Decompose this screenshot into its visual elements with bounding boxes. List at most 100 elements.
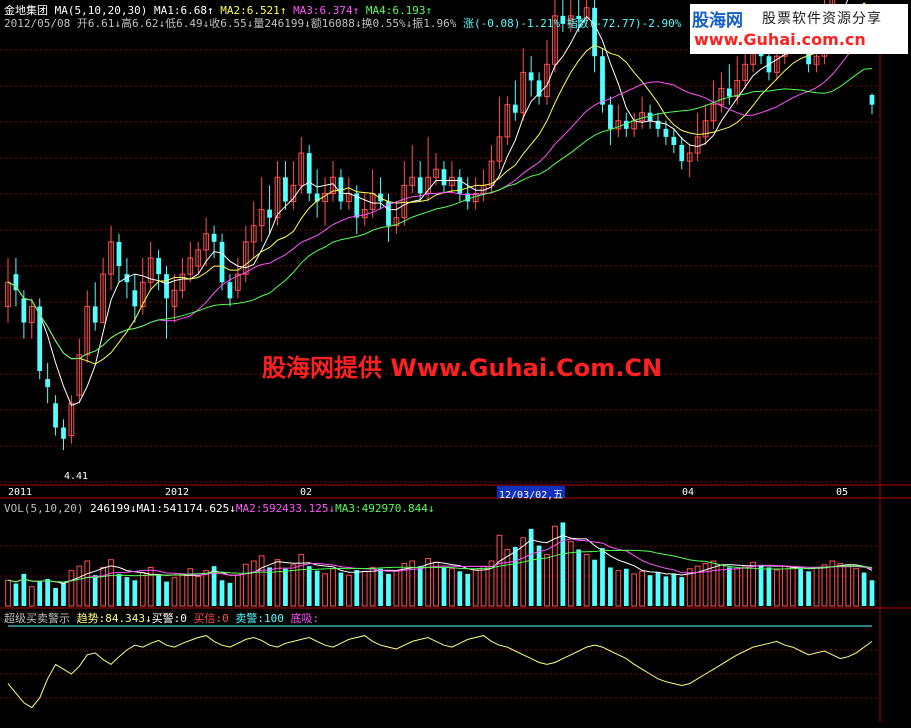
ma3-value: MA3:6.374 [293,4,353,17]
watermark-text: 股海网提供 Www.Guhai.Com.CN [262,354,663,382]
volume-bar [480,565,487,607]
open-value: 开6.61 [76,17,115,30]
candle-body [417,177,423,194]
volume-bar [13,583,19,606]
candle-body [457,177,463,194]
volume-bar [655,572,661,606]
volume-bar [354,570,360,606]
price-header-2: 2012/05/08 开6.61↓高6.62↓低6.49↓收6.55↓量2461… [4,17,681,31]
buy-alert-value: 买警:0 [151,612,187,625]
volume-bar [457,571,463,606]
volume-bar [758,564,764,606]
volume-bar [45,579,51,606]
up-arrow-icon: ↑ [425,4,433,17]
volume-bar [592,559,597,606]
volume-bar [465,573,471,606]
up-arrow-icon: ↑ [352,4,360,17]
bottom-value: 底吸: [290,612,320,625]
price-header-1: 金地集团 MA(5,10,20,30) MA1:6.68↑ MA2:6.521↑… [4,4,432,18]
indicator-title: 超级买卖警示 [4,612,70,625]
volume-bar [124,577,130,606]
candle-body [306,153,312,194]
ma-params: MA(5,10,20,30) [54,4,148,17]
volume-bar [869,580,875,606]
tick-2012: 2012 [165,487,190,498]
volume-bar [156,575,161,606]
volume-bar [21,573,27,606]
volume-value: 量246199 [253,17,305,30]
candle-body [592,7,597,57]
ma2-value: MA2:6.521 [220,4,280,17]
down-arrow-icon: ↓ [304,17,311,30]
candle-body [211,233,217,242]
volume-bar [631,573,638,607]
candle-body [13,274,19,291]
candle-body [671,136,677,145]
volume-bar [821,564,828,607]
candle-body [679,145,685,162]
volume-bar [386,573,391,606]
volume-bar [132,580,138,606]
tick-04: 04 [682,487,695,498]
volume-bar [726,567,732,606]
close-value: 收6.55 [209,17,247,30]
selected-date-tag[interactable]: 12/03/02,五 [497,486,566,501]
volume-bar [330,568,336,607]
volume-bar [345,574,352,607]
volume-bar [53,588,58,606]
stock-name: 金地集团 [4,4,48,17]
up-arrow-icon: ↑ [206,4,214,17]
candle-body [37,306,43,371]
ma3-line [7,36,872,360]
low-price-label: 4.41 [64,471,89,482]
candle-body [156,258,161,275]
volume-bar [623,568,629,606]
candle-body [227,282,233,299]
volume-bar [195,575,202,607]
volume-bar [76,565,83,607]
volume-bar [663,576,669,606]
ma1-value: MA1:6.68 [153,4,207,17]
volume-bar [234,574,241,607]
volume-bar [583,554,590,607]
volume-bar [472,569,479,607]
volume-bar [567,541,574,607]
candle-body [512,104,518,113]
volume-bar [781,565,788,607]
candle-body [53,403,58,428]
guhai-logo: 股海网 股票软件资源分享 www.Guhai.com.cn [690,4,908,54]
volume-bar [829,560,836,607]
volume-bar [28,586,35,607]
candle-body [283,177,288,202]
candle-body [92,306,98,323]
volume-bar [61,582,66,606]
volume-header: VOL(5,10,20) 246199↓MA1:541174.625↓MA2:5… [4,502,435,516]
volume-bar [369,566,376,607]
candle-body [21,298,27,323]
candle-body [623,120,629,129]
volume-bar [544,554,550,607]
volume-bar [806,571,811,606]
volume-bar [861,572,867,606]
candle-body [45,379,51,388]
candle-body [219,241,225,283]
vol-ma3: MA3:492970.844 [335,502,428,515]
down-arrow-icon: ↓ [427,502,435,515]
down-arrow-icon: ↓ [114,17,121,30]
candle-body [132,290,138,307]
candle-body [116,241,122,267]
candle-body [267,209,272,218]
vol-ma2: MA2:592433.125 [235,502,329,515]
candle-body [600,56,605,105]
volume-bar [853,568,860,607]
index-value: 指数(-72.77)-2.90% [566,17,682,30]
volume-bar [600,548,605,606]
volume-bar [171,577,178,607]
candle-body [536,80,542,97]
volume-bar [5,579,11,607]
volume-bar [512,546,518,606]
volume-bar [242,563,249,607]
volume-bar [813,566,820,607]
volume-bar [560,522,566,606]
tick-05: 05 [836,487,849,498]
